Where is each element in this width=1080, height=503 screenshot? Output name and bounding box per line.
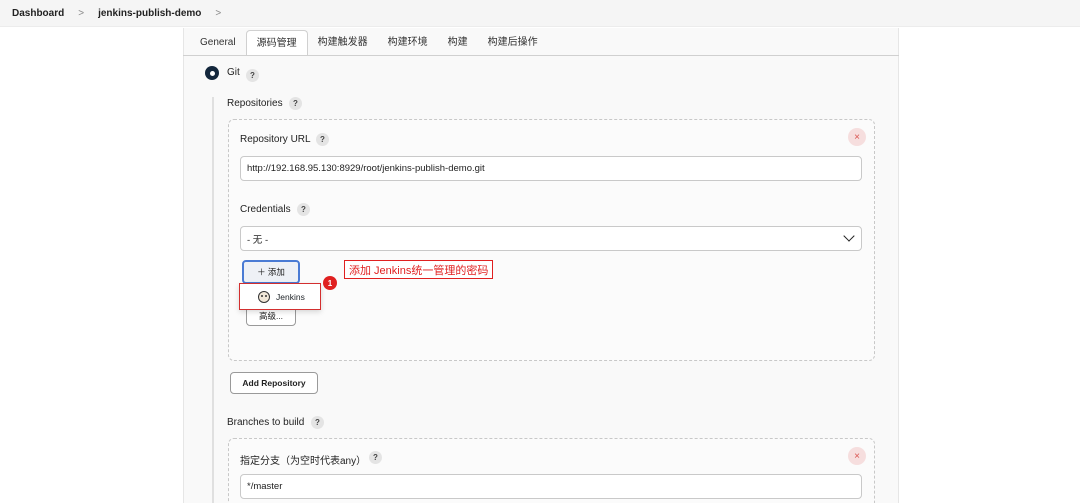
tab-build[interactable]: 构建 — [438, 30, 478, 56]
breadcrumb-dashboard[interactable]: Dashboard — [12, 8, 64, 19]
tab-post-build[interactable]: 构建后操作 — [478, 30, 548, 56]
add-credentials-button[interactable]: ＋ 添加 — [242, 260, 300, 284]
config-tabs: General 源码管理 构建触发器 构建环境 构建 构建后操作 — [190, 30, 548, 56]
repository-url-help-icon[interactable]: ? — [316, 133, 329, 146]
repository-url-input[interactable]: http://192.168.95.130:8929/root/jenkins-… — [240, 156, 862, 181]
branches-label: Branches to build — [227, 417, 305, 428]
tab-scm[interactable]: 源码管理 — [245, 30, 308, 56]
breadcrumb: Dashboard > jenkins-publish-demo > — [0, 0, 1080, 27]
section-guide-line — [212, 97, 214, 503]
branch-spec-label: 指定分支（为空时代表any） — [240, 456, 367, 467]
tab-build-triggers[interactable]: 构建触发器 — [308, 30, 378, 56]
git-help-icon[interactable]: ? — [246, 69, 259, 82]
tabs-divider — [183, 55, 899, 56]
branch-spec-help-icon[interactable]: ? — [369, 451, 382, 464]
repository-url-label: Repository URL — [240, 134, 311, 145]
menu-item-jenkins[interactable]: Jenkins — [276, 292, 305, 302]
annotation-callout: 添加 Jenkins统一管理的密码 — [344, 260, 494, 279]
branch-spec-input[interactable]: */master — [240, 474, 862, 499]
chevron-down-icon — [843, 230, 855, 242]
annotation-badge: 1 — [323, 276, 337, 290]
jenkins-icon — [258, 290, 270, 303]
breadcrumb-separator: > — [78, 7, 85, 19]
git-radio[interactable] — [205, 66, 219, 80]
remove-branch-icon[interactable]: × — [848, 447, 866, 465]
credentials-label: Credentials — [240, 204, 291, 215]
credentials-help-icon[interactable]: ? — [297, 203, 310, 216]
breadcrumb-chevron-icon[interactable]: > — [215, 8, 221, 19]
repositories-label: Repositories — [227, 98, 283, 109]
credentials-provider-menu: Jenkins — [239, 283, 321, 310]
tab-general[interactable]: General — [190, 30, 246, 56]
repositories-help-icon[interactable]: ? — [289, 97, 302, 110]
add-repository-button[interactable]: Add Repository — [230, 372, 318, 394]
branches-help-icon[interactable]: ? — [311, 416, 324, 429]
tab-build-environment[interactable]: 构建环境 — [378, 30, 438, 56]
left-margin — [0, 28, 183, 503]
credentials-selected-value: - 无 - — [247, 234, 269, 246]
credentials-select[interactable]: - 无 - — [240, 226, 862, 251]
remove-repository-icon[interactable]: × — [848, 128, 866, 146]
breadcrumb-job[interactable]: jenkins-publish-demo — [98, 8, 201, 19]
git-label: Git — [227, 67, 240, 78]
